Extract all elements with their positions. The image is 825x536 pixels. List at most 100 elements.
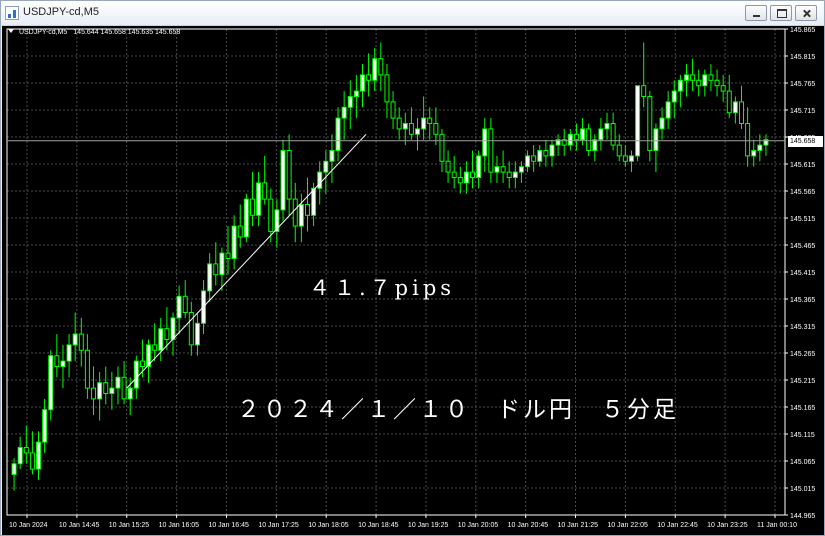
candle-body: [470, 171, 476, 179]
candle-body: [525, 155, 531, 168]
y-tick-label: 145.165: [790, 405, 815, 412]
y-tick-label: 145.015: [790, 486, 815, 493]
candle-body: [329, 150, 335, 162]
y-tick-label: 145.465: [790, 243, 815, 250]
candle-body: [109, 387, 115, 395]
trendline: [126, 133, 367, 389]
candle-body: [317, 171, 323, 189]
candle-body: [641, 85, 647, 98]
candle-body: [42, 409, 48, 443]
candle-body: [304, 204, 310, 216]
candle-body: [335, 117, 341, 151]
candle-body: [121, 376, 127, 400]
x-tick-label: 10 Jan 18:45: [358, 522, 399, 529]
candle-body: [133, 360, 139, 389]
candle-body: [702, 74, 708, 87]
y-tick-label: 144.965: [790, 513, 815, 520]
candle-body: [506, 171, 512, 179]
x-tick-label: 10 Jan 16:45: [208, 522, 249, 529]
close-button[interactable]: [795, 5, 817, 21]
candle-body: [256, 182, 262, 216]
candle-body: [48, 355, 54, 411]
candle-body: [543, 150, 549, 157]
candle-body: [292, 198, 298, 227]
y-tick-label: 145.815: [790, 54, 815, 61]
candle-body: [635, 85, 641, 157]
candle-body: [29, 452, 35, 470]
candle-body: [384, 74, 390, 103]
candle-body: [323, 160, 329, 173]
candle-body: [647, 96, 653, 151]
candle-body: [738, 101, 744, 125]
candle-body: [659, 117, 665, 130]
candle-body: [225, 252, 231, 260]
candle-body: [653, 128, 659, 152]
candle-body: [482, 128, 488, 157]
candle-body: [72, 333, 78, 346]
title-bar[interactable]: USDJPY-cd,M5: [1, 1, 824, 26]
candle-body: [249, 198, 255, 216]
candle-body: [580, 128, 586, 141]
candle-body: [708, 74, 714, 81]
x-tick-label: 10 Jan 20:05: [458, 522, 499, 529]
x-tick-label: 10 Jan 21:25: [558, 522, 599, 529]
candle-body: [683, 74, 689, 81]
candle-body: [115, 376, 121, 389]
candle-body: [616, 144, 622, 157]
candle-body: [610, 123, 616, 146]
candle-body: [280, 150, 286, 211]
candle-body: [745, 123, 751, 157]
y-tick-label: 145.615: [790, 162, 815, 169]
candle-body: [194, 322, 200, 346]
candle-body: [592, 139, 598, 151]
current-price-tag: 145.658: [788, 136, 823, 147]
minimize-button[interactable]: [745, 5, 767, 21]
candle-body: [91, 387, 97, 400]
x-tick-label: 10 Jan 15:25: [109, 522, 150, 529]
candle-body: [622, 155, 628, 162]
candle-body: [372, 58, 378, 81]
maximize-button[interactable]: [770, 5, 792, 21]
candle-body: [696, 79, 702, 87]
x-tick-label: 10 Jan 22:05: [607, 522, 648, 529]
x-tick-label: 11 Jan 00:10: [757, 522, 797, 529]
dropdown-triangle-icon[interactable]: [8, 29, 14, 33]
candle-body: [390, 101, 396, 119]
x-tick-label: 10 Jan 17:25: [258, 522, 299, 529]
y-tick-label: 145.365: [790, 297, 815, 304]
candle-body: [549, 144, 555, 157]
candle-body: [84, 349, 90, 389]
candle-body: [268, 198, 274, 233]
candle-body: [720, 85, 726, 92]
candle-body: [207, 263, 213, 292]
candle-body: [488, 128, 494, 173]
candle-body: [237, 225, 243, 238]
candle-body: [359, 74, 365, 92]
candle-body: [457, 177, 463, 184]
candle-body: [17, 447, 23, 465]
candle-body: [500, 166, 506, 173]
y-tick-label: 145.515: [790, 216, 815, 223]
candle-body: [415, 128, 421, 135]
candle-body: [311, 187, 317, 216]
candle-body: [139, 360, 145, 368]
candle-body: [60, 360, 66, 368]
candle-body: [671, 90, 677, 103]
pips-annotation: ４１.７pips: [309, 276, 456, 300]
candle-body: [531, 155, 537, 162]
candle-body: [213, 263, 219, 276]
y-tick-label: 145.215: [790, 378, 815, 385]
candle-body: [726, 90, 732, 114]
chart-header: USDJPY-cd,M5 145.644 145.658 145.635 145…: [8, 29, 180, 36]
window-title: USDJPY-cd,M5: [23, 6, 100, 18]
chart-area[interactable]: 145.865145.815145.765145.715145.665145.6…: [2, 26, 824, 535]
candle-body: [176, 295, 182, 319]
candle-body: [97, 382, 103, 400]
x-tick-label: 10 Jan 20:45: [508, 522, 549, 529]
x-tick-label: 10 Jan 2024: [9, 522, 48, 529]
candle-body: [714, 79, 720, 87]
chart-window: USDJPY-cd,M5 145.865 145.815 145.765 145.71…: [0, 0, 825, 536]
y-tick-label: 145.715: [790, 108, 815, 115]
candle-body: [188, 312, 194, 346]
candle-body: [421, 117, 427, 130]
